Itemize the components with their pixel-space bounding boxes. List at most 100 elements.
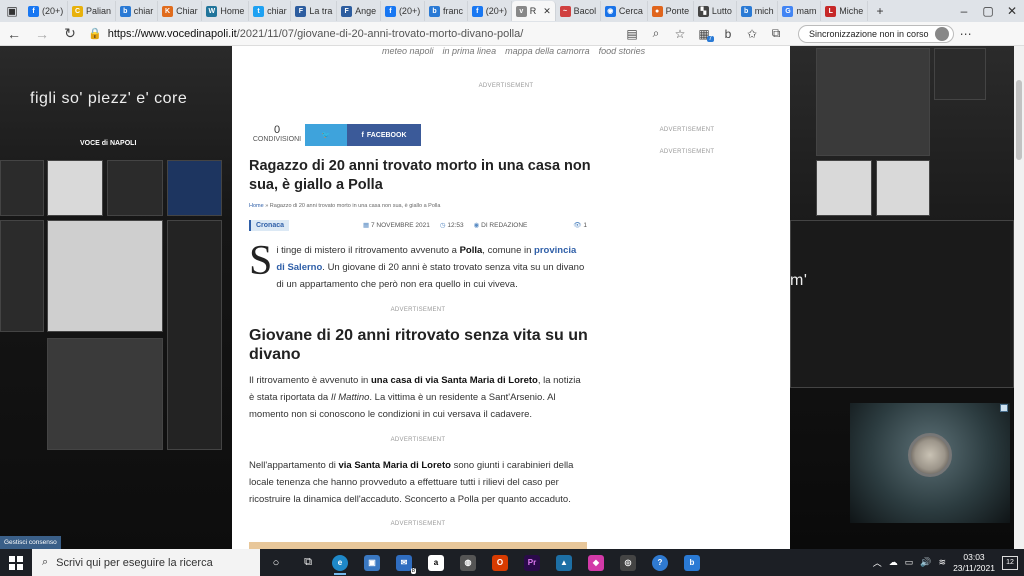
browser-tab[interactable]: b chiar	[116, 1, 159, 21]
network-icon[interactable]: ▭	[905, 557, 914, 568]
system-tray: ︿ ☁ ▭ 🔊 ≋ 03:03 23/11/2021 12	[873, 549, 1024, 576]
breadcrumb: Home » Ragazzo di 20 anni trovato morto …	[249, 203, 441, 209]
background-quote: figli so' piezz' e' core	[30, 90, 188, 107]
browser-tab[interactable]: b mich	[737, 1, 779, 21]
browser-toolbar: ← → ↻ 🔒 https://www.vocedinapoli.it/2021…	[0, 22, 1024, 46]
zoom-icon[interactable]: ⌕	[644, 26, 668, 41]
taskbar-clock[interactable]: 03:03 23/11/2021	[953, 552, 995, 574]
task-view-icon[interactable]: ⧉	[292, 549, 324, 576]
facebook-share-label: FACEBOOK	[366, 131, 407, 139]
browser-tab[interactable]: f (20+)	[381, 1, 425, 21]
article-paragraph: Il ritrovamento è avvenuto in una casa d…	[249, 375, 581, 420]
breadcrumb-home-link[interactable]: Home	[249, 203, 264, 209]
bing-sidebar-icon[interactable]: b	[716, 27, 740, 41]
page-scrollbar[interactable]	[1014, 46, 1024, 549]
onedrive-icon[interactable]: ☁	[889, 557, 898, 568]
browser-tab[interactable]: C Palian	[68, 1, 116, 21]
amazon-icon[interactable]: a	[420, 549, 452, 576]
consent-button[interactable]: Gestisci consenso	[0, 536, 61, 549]
site-submenu: meteo napoli in prima linea mappa della ca…	[382, 46, 654, 56]
browser-tab[interactable]: f (20+)	[24, 1, 69, 21]
calendar-icon: ▦	[363, 222, 370, 229]
windows-logo-icon	[9, 555, 23, 570]
browser-tab[interactable]: ▚ Lutto	[694, 1, 737, 21]
mail-icon[interactable]: ✉ 8	[388, 549, 420, 576]
volume-icon[interactable]: 🔊	[920, 557, 931, 568]
bing-icon: b	[740, 5, 752, 17]
more-menu-icon[interactable]: ⋯	[954, 27, 978, 41]
favorite-star-icon[interactable]: ☆	[668, 27, 692, 41]
facebook-share-button[interactable]: f FACEBOOK	[347, 124, 421, 146]
twitter-share-button[interactable]: 🐦	[305, 124, 347, 146]
favorites-icon[interactable]: ✩	[740, 27, 764, 41]
article-column: meteo napoli in prima linea mappa della ca…	[232, 46, 790, 549]
tab-label: Miche	[839, 6, 864, 16]
ad-label: ADVERTISEMENT	[390, 437, 446, 443]
category-badge[interactable]: Cronaca	[249, 219, 290, 231]
browser-tab[interactable]: b franc	[425, 1, 468, 21]
sync-button[interactable]: Sincronizzazione non in corso	[798, 24, 954, 43]
browser-tab[interactable]: F La tra	[291, 1, 338, 21]
c-icon: C	[72, 5, 84, 17]
browser-tab[interactable]: ◉ Cerca	[601, 1, 648, 21]
store-icon[interactable]: ▣	[356, 549, 388, 576]
browser-tab[interactable]: ~ Bacol	[556, 1, 601, 21]
app-icon[interactable]: ◎	[612, 549, 644, 576]
close-window-icon[interactable]: ✕	[1000, 4, 1024, 18]
browser-tab[interactable]: t chiar	[249, 1, 292, 21]
tab-actions-icon[interactable]: ▣	[0, 4, 24, 18]
vdn-icon: v	[515, 5, 527, 17]
scrollbar-thumb[interactable]	[1016, 80, 1022, 160]
cortana-icon[interactable]: ○	[260, 549, 292, 576]
bing-taskbar-icon[interactable]: b	[676, 549, 708, 576]
forward-icon[interactable]: →	[28, 26, 56, 42]
drop-cap: S	[249, 238, 273, 284]
submenu-link[interactable]: mappa della camorra	[505, 46, 590, 56]
premiere-icon[interactable]: Pr	[516, 549, 548, 576]
mail-badge: 8	[410, 568, 416, 574]
close-video-icon[interactable]	[1000, 404, 1008, 412]
minimize-icon[interactable]: –	[952, 4, 976, 18]
article-image-top	[249, 542, 587, 549]
app-icon[interactable]: ◍	[452, 549, 484, 576]
office-icon[interactable]: O	[484, 549, 516, 576]
ad-label: ADVERTISEMENT	[659, 127, 715, 133]
address-bar[interactable]: 🔒 https://www.vocedinapoli.it/2021/11/07…	[84, 25, 620, 43]
help-icon[interactable]: ?	[644, 549, 676, 576]
maximize-icon[interactable]: ▢	[976, 4, 1000, 18]
show-hidden-icons-icon[interactable]: ︿	[873, 556, 882, 569]
submenu-link[interactable]: food stories	[599, 46, 646, 56]
paint3d-icon[interactable]: ◆	[580, 549, 612, 576]
collections-icon[interactable]: ⧉	[764, 26, 788, 41]
extension-icon[interactable]: ▦ 7	[692, 27, 716, 42]
background-tile	[107, 160, 163, 216]
browser-tab[interactable]: K Chiar	[158, 1, 203, 21]
floating-video-player[interactable]	[850, 403, 1010, 523]
submenu-link[interactable]: in prima linea	[443, 46, 497, 56]
article-author[interactable]: DI REDAZIONE	[481, 222, 527, 229]
browser-tab[interactable]: L Miche	[821, 1, 868, 21]
browser-tab[interactable]: F Ange	[337, 1, 381, 21]
submenu-link[interactable]: meteo napoli	[382, 46, 434, 56]
share-count-label: CONDIVISIONI	[252, 136, 302, 143]
browser-tab[interactable]: Gmam	[778, 1, 822, 21]
browser-tab[interactable]: f (20+)	[468, 1, 512, 21]
web-page: figli so' piezz' e' core VOCE di NAPOLI …	[0, 46, 1024, 549]
new-tab-button[interactable]: +	[868, 4, 892, 18]
background-tile	[0, 160, 44, 216]
notification-center-icon[interactable]: 12	[1002, 555, 1018, 570]
browser-tab[interactable]: ● Ponte	[648, 1, 694, 21]
tab-label: Bacol	[573, 6, 597, 16]
tab-label: La tra	[309, 6, 333, 16]
browser-tab[interactable]: v R ✕	[511, 1, 556, 21]
taskbar-search[interactable]: ⌕ Scrivi qui per eseguire la ricerca	[32, 549, 260, 576]
wifi-icon[interactable]: ≋	[939, 557, 947, 568]
reader-mode-icon[interactable]: ▤	[620, 27, 644, 41]
edge-taskbar-icon[interactable]: e	[324, 549, 356, 576]
close-tab-icon[interactable]: ✕	[543, 6, 551, 17]
photos-icon[interactable]: ▲	[548, 549, 580, 576]
back-icon[interactable]: ←	[0, 26, 28, 42]
refresh-icon[interactable]: ↻	[56, 25, 84, 42]
browser-tab[interactable]: W Home	[202, 1, 250, 21]
windows-start-button[interactable]	[0, 549, 32, 576]
